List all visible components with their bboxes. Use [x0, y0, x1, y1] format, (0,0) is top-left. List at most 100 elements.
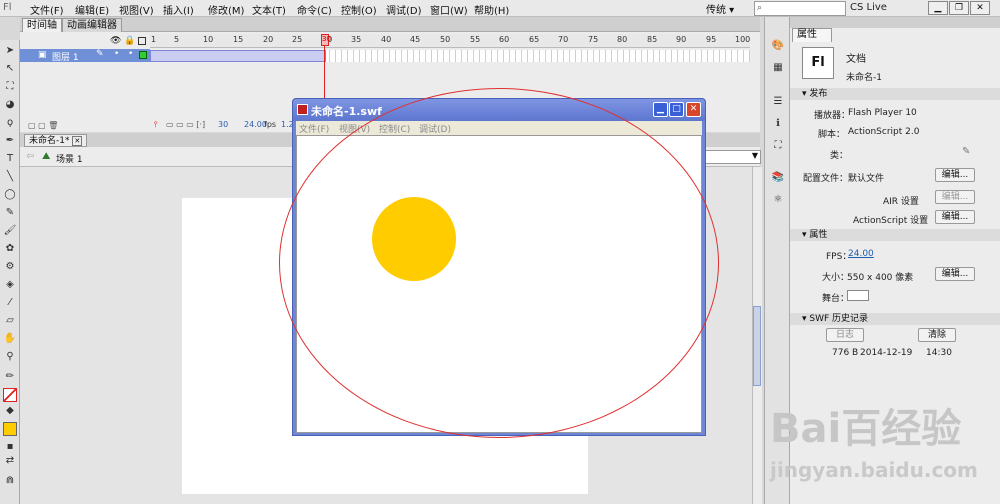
- paint-bucket-icon[interactable]: ◈: [3, 278, 17, 292]
- menu-text[interactable]: 文本(T): [252, 2, 286, 17]
- pencil-icon[interactable]: ✎: [3, 206, 17, 220]
- doc-name: 未命名-1: [846, 73, 882, 83]
- back-arrow-icon[interactable]: ⇦: [26, 151, 34, 162]
- edit-size-button[interactable]: 编辑...: [935, 267, 975, 281]
- ruler-tick: 25: [292, 35, 303, 44]
- tab-properties[interactable]: 属性: [792, 28, 832, 42]
- subselection-tool-icon[interactable]: ↖: [3, 62, 17, 76]
- deco-icon[interactable]: ✿: [3, 242, 17, 256]
- search-input[interactable]: ⌕: [754, 1, 846, 16]
- menu-window[interactable]: 窗口(W): [430, 2, 468, 17]
- playhead-handle[interactable]: 30: [321, 34, 331, 46]
- menu-debug[interactable]: 调试(D): [386, 2, 422, 17]
- eye-icon[interactable]: 👁: [110, 36, 121, 46]
- edit-as-button[interactable]: 编辑...: [935, 210, 975, 224]
- eyedropper-icon[interactable]: ⁄: [3, 296, 17, 310]
- fps-input[interactable]: 24.00: [848, 249, 874, 259]
- close-tab-icon[interactable]: ✕: [72, 136, 83, 146]
- swap-colors-icon[interactable]: ⇄: [3, 454, 17, 468]
- scrollbar-thumb[interactable]: [753, 306, 761, 386]
- ruler-tick: 45: [410, 35, 421, 44]
- close-icon[interactable]: ✕: [970, 1, 990, 15]
- new-layer-icon[interactable]: ▢ ▢ 🗑: [28, 121, 58, 130]
- zoom-select[interactable]: ▼: [705, 150, 761, 164]
- ruler-tick: 85: [647, 35, 658, 44]
- menu-edit[interactable]: 编辑(E): [75, 2, 109, 17]
- fill-swatch[interactable]: [3, 422, 17, 436]
- history-time: 14:30: [926, 348, 952, 358]
- lock-icon[interactable]: 🔒: [124, 36, 135, 46]
- maximize-icon[interactable]: ❐: [949, 1, 969, 15]
- selection-tool-icon[interactable]: ➤: [3, 44, 17, 58]
- layer-row[interactable]: ▣ 图层 1 ✎ • •: [20, 49, 150, 63]
- ruler-tick: 35: [351, 35, 362, 44]
- timeline-ruler[interactable]: 1 5 10 15 20 25 30 35 40 45 50 55 60 65 …: [150, 34, 750, 48]
- tab-timeline[interactable]: 时间轴: [22, 18, 62, 32]
- ruler-tick: 70: [558, 35, 569, 44]
- document-tab[interactable]: 未命名-1* ✕: [24, 134, 88, 147]
- lock-dot[interactable]: •: [128, 49, 133, 59]
- fill-color-icon[interactable]: ◆: [3, 404, 17, 418]
- swf-close-icon[interactable]: ✕: [686, 102, 701, 117]
- section-swf-history[interactable]: ▾ SWF 历史记录: [790, 313, 1000, 325]
- zoom-icon[interactable]: ⚲: [3, 350, 17, 364]
- ruler-tick: 75: [588, 35, 599, 44]
- components-panel-icon[interactable]: ⚛: [771, 193, 785, 207]
- swf-minimize-icon[interactable]: ▁: [653, 102, 668, 117]
- menu-insert[interactable]: 插入(I): [163, 2, 194, 17]
- align-panel-icon[interactable]: ☰: [771, 95, 785, 109]
- oval-tool-icon[interactable]: ◯: [3, 188, 17, 202]
- clear-button[interactable]: 清除: [918, 328, 956, 342]
- free-transform-icon[interactable]: ⛶: [3, 80, 17, 94]
- scene-name[interactable]: 场景 1: [56, 152, 83, 165]
- onion-skin-icon[interactable]: ▭ ▭ ▭ [·]: [166, 120, 205, 129]
- swf-menu-file[interactable]: 文件(F): [299, 122, 329, 135]
- text-tool-icon[interactable]: T: [3, 152, 17, 166]
- hand-icon[interactable]: ✋: [3, 332, 17, 346]
- menu-file[interactable]: 文件(F): [30, 2, 64, 17]
- minimize-icon[interactable]: ▁: [928, 1, 948, 15]
- transform-panel-icon[interactable]: ⛶: [771, 139, 785, 153]
- workspace-switcher[interactable]: 传统 ▾: [706, 1, 750, 16]
- section-properties[interactable]: ▾ 属性: [790, 229, 1000, 241]
- menu-help[interactable]: 帮助(H): [474, 2, 509, 17]
- menu-view[interactable]: 视图(V): [119, 2, 154, 17]
- color-panel-icon[interactable]: 🎨: [771, 39, 785, 53]
- default-colors-icon[interactable]: ▪: [3, 440, 17, 454]
- 3d-rotation-icon[interactable]: ◕: [3, 98, 17, 112]
- bone-icon[interactable]: ⚙: [3, 260, 17, 274]
- edit-class-pencil-icon[interactable]: ✎: [962, 146, 970, 157]
- eraser-icon[interactable]: ▱: [3, 314, 17, 328]
- lasso-icon[interactable]: ϙ: [3, 116, 17, 130]
- snap-icon[interactable]: ⋒: [3, 474, 17, 488]
- stroke-color-icon[interactable]: ✏: [3, 370, 17, 384]
- ruler-tick: 10: [203, 35, 214, 44]
- center-frame-icon[interactable]: ⫯: [154, 120, 157, 130]
- menu-commands[interactable]: 命令(C): [297, 2, 332, 17]
- info-panel-icon[interactable]: ℹ: [771, 117, 785, 131]
- pen-icon[interactable]: ✒: [3, 134, 17, 148]
- visible-dot[interactable]: •: [114, 49, 119, 59]
- outline-icon[interactable]: [138, 37, 146, 45]
- section-publish[interactable]: ▾ 发布: [790, 88, 1000, 100]
- swf-maximize-icon[interactable]: □: [669, 102, 684, 117]
- cs-live-button[interactable]: CS Live: [850, 2, 887, 13]
- edit-profile-button[interactable]: 编辑...: [935, 168, 975, 182]
- menu-control[interactable]: 控制(O): [341, 2, 377, 17]
- tab-motion-editor[interactable]: 动画编辑器: [62, 18, 122, 32]
- brush-icon[interactable]: 🖌: [3, 224, 17, 238]
- outline-swatch[interactable]: [139, 51, 147, 59]
- edit-air-button[interactable]: 编辑...: [935, 190, 975, 204]
- line-tool-icon[interactable]: ╲: [3, 170, 17, 184]
- stage-label: 舞台：: [822, 294, 850, 304]
- stage-color-swatch[interactable]: [847, 290, 869, 301]
- swatches-panel-icon[interactable]: ▦: [771, 61, 785, 75]
- log-button[interactable]: 日志: [826, 328, 864, 342]
- stroke-swatch[interactable]: [3, 388, 17, 402]
- menu-modify[interactable]: 修改(M): [208, 2, 244, 17]
- ruler-tick: 65: [529, 35, 540, 44]
- library-panel-icon[interactable]: 📚: [771, 171, 785, 185]
- tween-span[interactable]: [150, 50, 326, 62]
- layer-name: 图层 1: [52, 53, 79, 63]
- script-label: 脚本：: [818, 130, 846, 140]
